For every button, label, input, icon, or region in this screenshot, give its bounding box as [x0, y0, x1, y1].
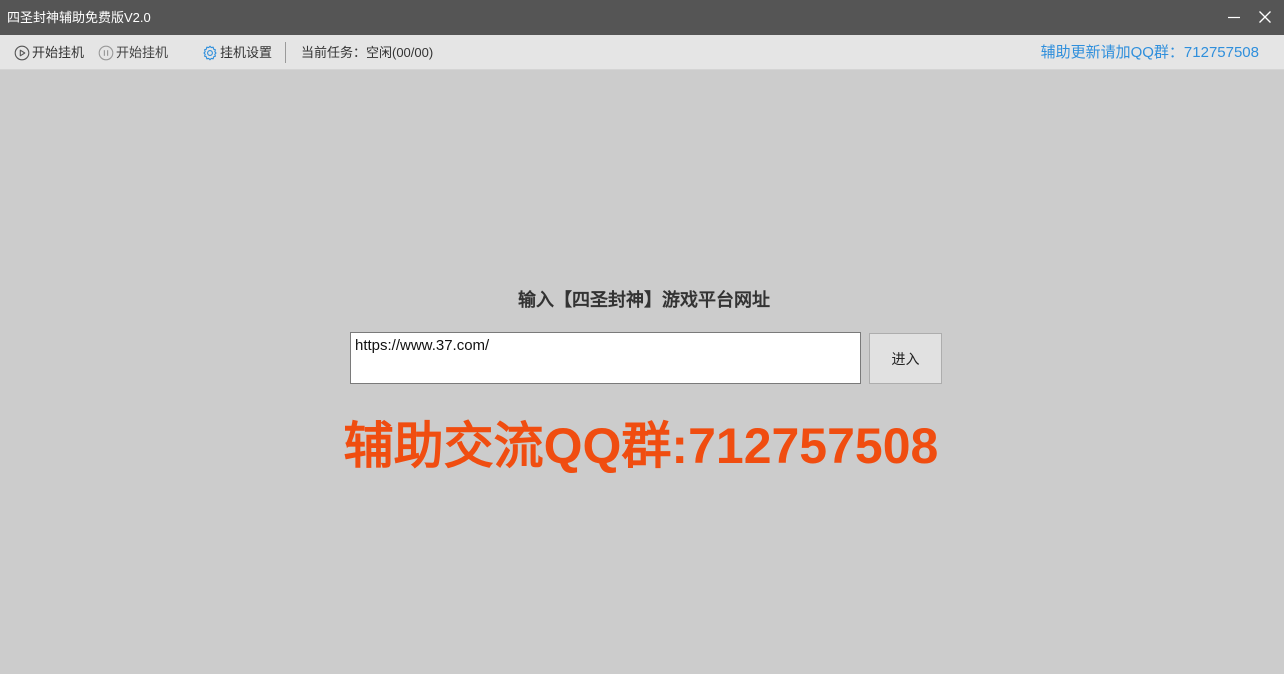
close-icon — [1259, 11, 1271, 23]
qq-group-banner: 辅助交流QQ群:712757508 — [343, 418, 939, 474]
app-window: 四圣封神辅助免费版V2.0 开始挂机 开始挂机 挂机设置 当前任务：空闲(00/… — [0, 0, 1284, 674]
gear-icon — [203, 45, 217, 61]
hangup-settings-label: 挂机设置 — [220, 45, 273, 60]
pause-hangup-label: 开始挂机 — [116, 45, 169, 60]
play-icon — [14, 45, 30, 61]
url-prompt-heading: 输入【四圣封神】游戏平台网址 — [518, 290, 770, 310]
window-title: 四圣封神辅助免费版V2.0 — [7, 10, 151, 25]
start-hangup-label: 开始挂机 — [32, 45, 85, 60]
minimize-button[interactable] — [1220, 4, 1248, 30]
platform-url-input[interactable]: https://www.37.com/ — [350, 332, 861, 384]
toolbar: 开始挂机 开始挂机 挂机设置 当前任务：空闲(00/00) 辅助更新请加QQ群：… — [0, 35, 1284, 70]
pause-hangup-button[interactable]: 开始挂机 — [98, 44, 168, 61]
qq-group-link[interactable]: 辅助更新请加QQ群：712757508 — [1041, 43, 1259, 62]
start-hangup-button[interactable]: 开始挂机 — [14, 44, 84, 61]
pause-icon — [98, 45, 114, 61]
hangup-settings-button[interactable]: 挂机设置 — [202, 44, 274, 61]
minimize-icon — [1228, 16, 1240, 19]
close-button[interactable] — [1251, 4, 1279, 30]
title-bar[interactable]: 四圣封神辅助免费版V2.0 — [0, 0, 1284, 35]
toolbar-divider — [285, 42, 286, 63]
enter-button[interactable]: 进入 — [869, 333, 942, 384]
task-status: 当前任务：空闲(00/00) — [301, 45, 434, 60]
